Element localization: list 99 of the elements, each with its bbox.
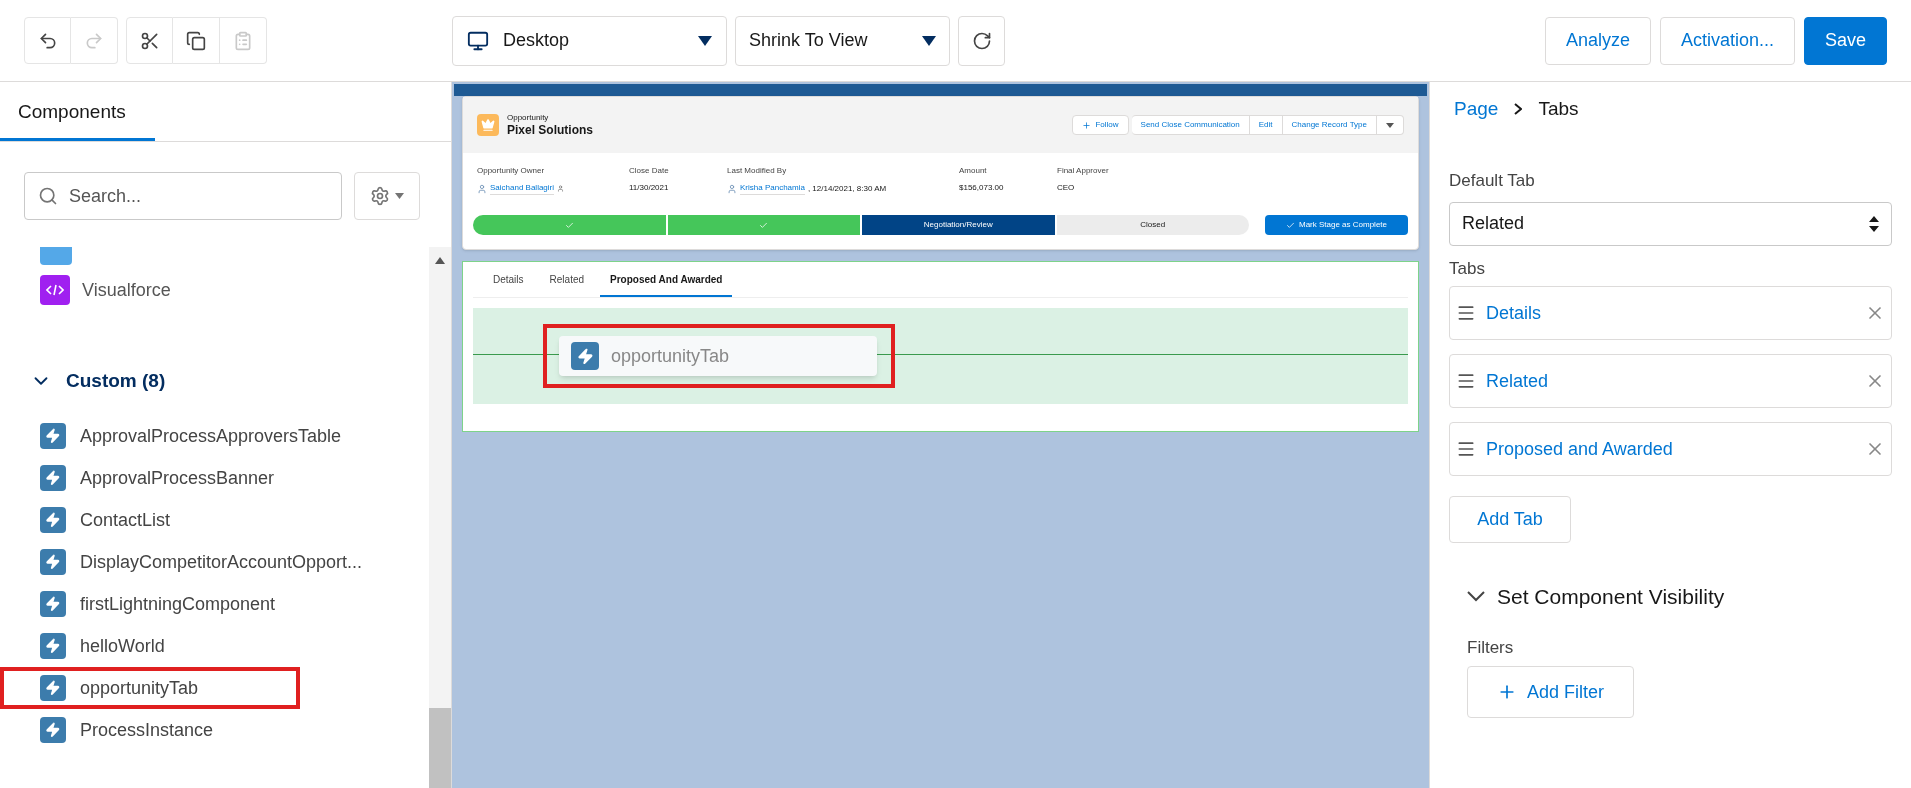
add-tab-button[interactable]: Add Tab — [1449, 496, 1571, 543]
settings-icon — [370, 186, 390, 206]
drag-handle-icon — [1456, 371, 1476, 391]
lightning-icon — [40, 717, 66, 743]
drag-handle-icon — [1456, 303, 1476, 323]
scrollbar[interactable] — [429, 247, 451, 788]
owner-change-icon — [557, 185, 565, 192]
caret-icon — [1386, 122, 1394, 128]
lightning-icon — [40, 633, 66, 659]
refresh-button[interactable] — [958, 15, 1005, 66]
avatar-icon — [727, 183, 737, 194]
object-label: Opportunity — [507, 112, 550, 123]
field-label: Amount — [959, 165, 988, 177]
record-tab[interactable]: Related — [539, 272, 595, 297]
cut-button[interactable] — [126, 17, 173, 64]
component-icon — [40, 247, 72, 265]
chevron-icon — [1467, 591, 1485, 603]
field-value: 11/30/2021 — [629, 182, 669, 194]
lightning-icon — [40, 465, 66, 491]
action-button[interactable]: Analyze — [1544, 16, 1651, 65]
more-actions-button[interactable] — [1377, 115, 1404, 135]
component-item[interactable]: DisplayCompetitorAccountOpport... — [0, 541, 400, 583]
code-icon — [40, 275, 70, 305]
field-label: Close Date — [629, 165, 670, 177]
component-item[interactable]: ApprovalProcessApproversTable — [0, 415, 400, 457]
lightning-icon — [40, 507, 66, 533]
field-label: Opportunity Owner — [477, 165, 546, 177]
crown-icon — [477, 114, 499, 136]
component-item[interactable]: ApprovalProcessBanner — [0, 457, 400, 499]
field-label: Default Tab — [1449, 170, 1536, 192]
paste-icon — [233, 30, 253, 51]
follow-button[interactable]: Follow — [1072, 115, 1129, 135]
redo-icon — [84, 30, 104, 51]
check-icon — [1285, 220, 1295, 230]
tab-row[interactable]: Proposed and Awarded — [1449, 422, 1892, 476]
check-icon — [564, 220, 574, 230]
record-tab[interactable]: Proposed And Awarded — [600, 272, 733, 297]
component-item[interactable]: ProcessInstance — [0, 709, 400, 751]
monitor-icon — [467, 29, 489, 52]
undo-button[interactable] — [24, 17, 71, 64]
record-action-button[interactable]: Edit — [1249, 115, 1283, 135]
path-stage[interactable]: Closed — [1056, 215, 1249, 235]
record-action-button[interactable]: Change Record Type — [1282, 115, 1377, 135]
path-stage[interactable]: Negotiation/Review — [862, 215, 1055, 235]
field-label: Final Approver — [1057, 165, 1110, 177]
breadcrumb-item: Tabs — [1538, 96, 1579, 121]
zoom-dropdown[interactable]: Shrink To View — [735, 15, 950, 66]
avatar-icon — [477, 183, 487, 194]
field-value: CEO — [1057, 182, 1075, 194]
add-filter-button[interactable]: Add Filter — [1467, 666, 1634, 718]
field-value: $156,073.00 — [959, 182, 1004, 194]
record-name: Pixel Solutions — [507, 122, 593, 138]
tab-row[interactable]: Related — [1449, 354, 1892, 408]
search-field[interactable]: Search... — [24, 172, 342, 220]
mark-stage-button[interactable]: Mark Stage as Complete — [1265, 215, 1408, 235]
drag-handle-icon — [1456, 439, 1476, 459]
check-icon — [759, 220, 769, 230]
scroll-up-icon — [435, 257, 445, 264]
breadcrumb-chevron-icon — [1514, 103, 1523, 115]
field-label: Tabs — [1449, 257, 1486, 280]
refresh-icon — [971, 30, 992, 51]
action-button[interactable]: Activation... — [1659, 16, 1795, 65]
record-tab[interactable]: Details — [483, 272, 534, 297]
dropdown-caret-icon — [698, 35, 712, 46]
component-item[interactable]: opportunityTab — [0, 667, 300, 709]
lightning-icon — [571, 342, 599, 370]
user-link[interactable]: Krisha Panchamia — [740, 182, 805, 195]
default-tab-select[interactable]: Related — [1449, 201, 1892, 246]
plus-icon — [1082, 120, 1092, 130]
record-action-button[interactable]: Send Close Communication — [1131, 115, 1250, 135]
component-item[interactable]: Visualforce — [0, 269, 429, 311]
section-header[interactable]: Custom (8) — [0, 361, 429, 401]
settings-menu-button[interactable] — [354, 172, 420, 220]
action-button[interactable]: Save — [1803, 16, 1887, 65]
field-value: , 12/14/2021, 8:30 AM — [807, 182, 887, 195]
field-label: Last Modified By — [727, 165, 788, 177]
component-item[interactable]: helloWorld — [0, 625, 400, 667]
tab-row[interactable]: Details — [1449, 286, 1892, 340]
lightning-icon — [40, 549, 66, 575]
cut-icon — [139, 30, 160, 51]
field-label: Filters — [1467, 636, 1515, 659]
component-item[interactable]: ContactList — [0, 499, 400, 541]
lightning-icon — [40, 675, 66, 701]
section-header[interactable]: Set Component Visibility — [1467, 581, 1892, 613]
lightning-icon — [40, 591, 66, 617]
user-link[interactable]: Saichand Ballagiri — [490, 182, 555, 195]
scrollbar-thumb[interactable] — [429, 708, 451, 788]
caret-icon — [395, 193, 404, 199]
copy-button[interactable] — [173, 17, 220, 64]
lightning-icon — [40, 423, 66, 449]
components-tab[interactable]: Components — [0, 97, 155, 141]
dropdown-caret-icon — [922, 35, 936, 46]
sort-arrows-icon — [1869, 214, 1879, 233]
undo-icon — [37, 30, 58, 51]
device-dropdown[interactable]: Desktop — [452, 15, 727, 66]
copy-icon — [186, 30, 206, 51]
search-icon — [38, 186, 58, 206]
breadcrumb-item[interactable]: Page — [1454, 94, 1499, 124]
component-item[interactable]: firstLightningComponent — [0, 583, 400, 625]
